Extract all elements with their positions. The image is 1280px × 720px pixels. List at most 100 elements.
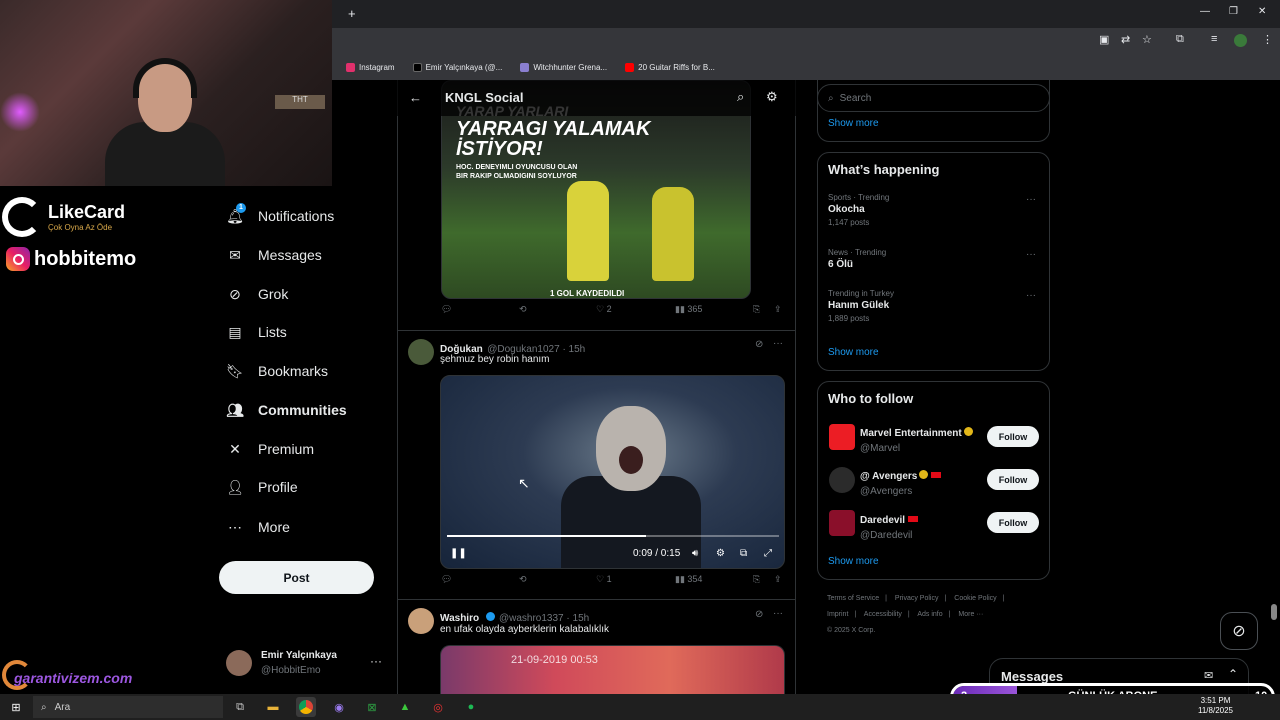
video-progress-fill [447,535,647,537]
gear-icon[interactable]: ⚙︎ [716,548,725,559]
footer-link[interactable]: Privacy Policy [895,595,939,602]
follow-button[interactable]: Follow [987,426,1039,447]
footer-link[interactable]: Accessibility [864,611,902,618]
retweet-icon[interactable]: ⟲ [519,574,527,585]
suggestion-info[interactable]: Daredevil @Daredevil [860,510,919,541]
more-icon[interactable]: ··· [370,654,382,668]
pip-icon[interactable]: ⧉ [740,548,747,559]
search-input[interactable]: ⌕ Search [817,84,1050,112]
grok-icon[interactable]: ⊘ [755,339,763,350]
tweet-author-name[interactable]: Washiro [440,613,479,624]
show-more-link[interactable]: Show more [828,347,879,358]
bookmark-icon[interactable]: ⎘ [753,574,760,585]
nav-lists[interactable]: ▤ Lists [226,323,286,341]
fullscreen-icon[interactable]: ⤢ [764,548,772,559]
new-message-icon[interactable]: ✉︎ [1204,669,1213,682]
retweet-icon[interactable]: ⟲ [519,304,527,315]
nav-notifications[interactable]: 🔔︎ 1 Notifications [226,203,334,225]
nav-grok[interactable]: ⊘ Grok [226,285,288,303]
avatar[interactable] [408,608,434,634]
like-button[interactable]: ♡ 1 [596,574,612,585]
reply-icon[interactable]: 💬︎ [441,304,452,315]
share-icon[interactable]: ⇪ [774,574,782,585]
discord-icon[interactable]: ◉ [329,697,349,717]
task-view-icon[interactable]: ⧉ [230,697,250,717]
bookmark-guitar-riffs[interactable]: 20 Guitar Riffs for B... [625,62,715,72]
xbox-icon[interactable]: ⊠ [362,697,382,717]
follow-button[interactable]: Follow [987,469,1039,490]
bookmark-instagram[interactable]: Instagram [346,62,395,72]
nav-communities[interactable]: 👥︎ Communities [226,401,347,419]
chrome-icon[interactable] [296,697,316,717]
bookmark-witchhunter[interactable]: Witchhunter Grena... [520,62,607,72]
nvidia-icon[interactable]: ▲ [395,697,415,717]
avatar[interactable] [829,510,855,536]
avatar[interactable] [408,339,434,365]
show-more-link[interactable]: Show more [828,556,879,567]
more-icon[interactable]: ··· [1026,290,1036,301]
share-icon[interactable]: ⇪ [774,304,782,315]
views-button[interactable]: ▮▮ 354 [675,574,702,585]
profile-avatar-icon[interactable] [1234,34,1247,47]
nav-more[interactable]: ⋯ More [226,518,290,536]
gear-icon[interactable]: ⚙︎ [766,89,778,105]
tweet-image[interactable]: 21-09-2019 00:53 [440,645,785,694]
restore-icon[interactable]: ❐ [1229,6,1238,17]
footer-link[interactable]: Terms of Service [827,595,879,602]
back-arrow-icon[interactable]: ← [409,90,422,105]
footer-link[interactable]: Ads info [917,611,942,618]
footer-link[interactable]: Cookie Policy [954,595,996,602]
suggestion-info[interactable]: @ Avengers @Avengers [860,466,942,497]
post-button[interactable]: Post [219,561,374,594]
footer-link[interactable]: Imprint [827,611,848,618]
suggestion-info[interactable]: Marvel Entertainment @Marvel [860,423,973,454]
spotify-icon[interactable]: ● [461,697,481,717]
file-explorer-icon[interactable]: ▬ [263,697,283,717]
trend-item[interactable]: Sports · Trending Okocha 1,147 posts [828,193,889,227]
account-switcher[interactable]: Emir Yalçınkaya @HobbitEmo ··· [226,648,386,680]
like-button[interactable]: ♡ 2 [596,304,612,315]
windows-start-icon[interactable]: ⊞ [6,697,26,717]
translate-icon[interactable]: ⇄ [1121,33,1130,46]
star-icon[interactable]: ☆ [1142,33,1152,46]
minimize-icon[interactable]: — [1200,6,1210,17]
trend-item[interactable]: Trending in Turkey Hanım Gülek 1,889 pos… [828,289,894,323]
new-tab-button[interactable]: + [348,6,356,21]
nav-bookmarks[interactable]: 🔖︎ Bookmarks [226,362,328,380]
more-icon[interactable]: ··· [1026,249,1036,260]
more-icon[interactable]: ··· [773,338,783,349]
obs-icon[interactable]: ◎ [428,697,448,717]
bookmark-icon[interactable]: ⎘ [753,304,760,315]
chevron-up-icon[interactable]: ⌃ [1228,667,1238,681]
footer-link[interactable]: More ··· [958,611,983,618]
browser-menu-icon[interactable]: ⋮ [1262,33,1273,46]
tweet-author-handle[interactable]: @washro1337 · 15h [499,613,589,624]
nav-premium[interactable]: ✕ Premium [226,440,314,458]
trend-item[interactable]: News · Trending 6 Ölü [828,248,886,270]
nav-profile[interactable]: 👤︎ Profile [226,478,298,496]
grok-icon[interactable]: ⊘ [755,609,763,620]
views-button[interactable]: ▮▮ 365 [675,304,702,315]
avatar[interactable] [829,424,855,450]
cast-icon[interactable]: ▣ [1099,33,1109,46]
volume-icon[interactable]: 🔊︎ [692,548,698,559]
follow-button[interactable]: Follow [987,512,1039,533]
close-icon[interactable]: ✕ [1258,6,1266,17]
taskbar-search[interactable]: ⌕ Ara [33,696,223,718]
nav-messages[interactable]: ✉︎ Messages [226,246,322,264]
avatar[interactable] [829,467,855,493]
search-icon[interactable]: ⌕ [737,89,744,105]
taskbar-clock[interactable]: 3:51 PM 11/8/2025 [1198,696,1233,716]
show-more-link[interactable]: Show more [828,118,879,129]
more-icon[interactable]: ··· [1026,194,1036,205]
pause-icon[interactable]: ❚❚ [450,548,467,559]
more-icon[interactable]: ··· [773,608,783,619]
grok-button[interactable]: ⊘ [1220,612,1258,650]
scrollbar[interactable] [1271,604,1277,620]
media-icon[interactable]: ≡ [1211,33,1217,45]
reply-icon[interactable]: 💬︎ [441,574,452,585]
video-player[interactable]: ❚❚ 0:09 / 0:15 🔊︎ ⚙︎ ⧉ ⤢ [440,375,785,569]
extensions-icon[interactable]: ⧉ [1176,33,1184,46]
video-progress-bar[interactable] [447,535,779,537]
bookmark-x-profile[interactable]: Emir Yalçınkaya (@... [412,62,502,72]
